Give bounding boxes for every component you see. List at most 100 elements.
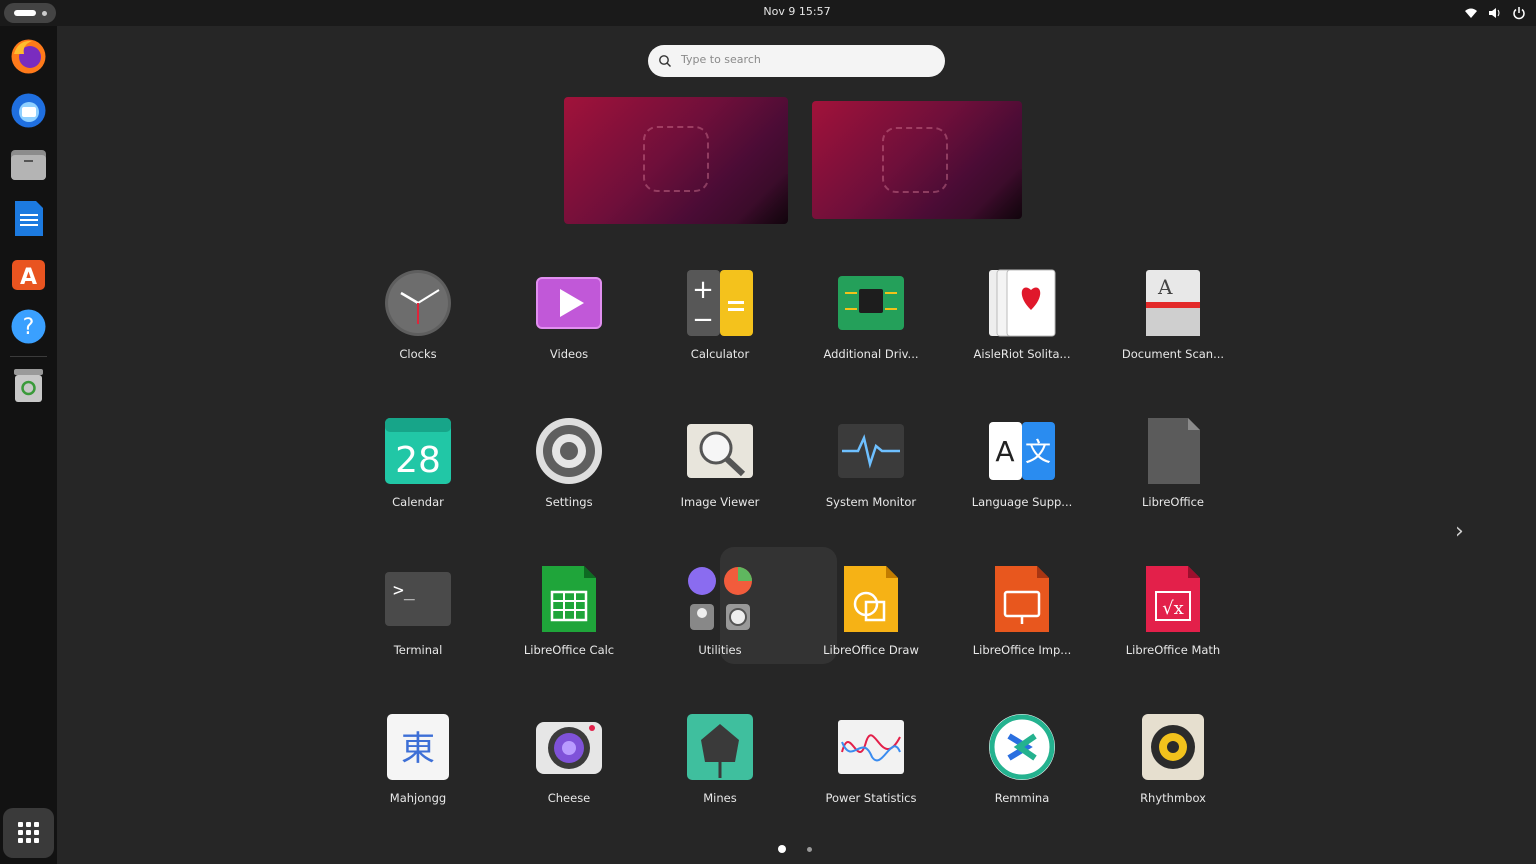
app-tile-mines[interactable]: Mines bbox=[650, 704, 790, 824]
app-tile-system-monitor[interactable]: System Monitor bbox=[801, 408, 941, 528]
svg-text:28: 28 bbox=[395, 440, 441, 481]
app-tile-videos[interactable]: Videos bbox=[499, 260, 639, 380]
app-tile-settings[interactable]: Settings bbox=[499, 408, 639, 528]
calculator-icon: + − bbox=[685, 268, 755, 338]
app-label: Settings bbox=[545, 495, 593, 509]
clock-icon bbox=[383, 268, 453, 338]
app-label: Power Statistics bbox=[825, 791, 917, 805]
wifi-icon[interactable] bbox=[1464, 5, 1478, 19]
svg-text:A: A bbox=[995, 435, 1014, 468]
app-label: AisleRiot Solita... bbox=[973, 347, 1071, 361]
draw-icon bbox=[836, 564, 906, 634]
workspace-thumbnail-1[interactable] bbox=[564, 97, 788, 224]
monitor-icon bbox=[836, 416, 906, 486]
scanner-icon: A bbox=[1138, 268, 1208, 338]
camera-icon bbox=[534, 712, 604, 782]
app-center-icon[interactable]: A bbox=[8, 252, 49, 293]
power-stats-icon bbox=[836, 712, 906, 782]
writer-icon[interactable] bbox=[8, 198, 49, 239]
thunderbird-icon[interactable] bbox=[8, 90, 49, 131]
svg-text:+: + bbox=[692, 275, 714, 305]
mine-icon bbox=[685, 712, 755, 782]
app-label: Videos bbox=[549, 347, 589, 361]
chevron-right-icon[interactable]: › bbox=[1455, 519, 1464, 544]
activities-button[interactable] bbox=[4, 3, 56, 23]
dock-separator bbox=[10, 356, 47, 357]
top-bar: Nov 9 15:57 bbox=[0, 0, 1536, 26]
svg-text:A: A bbox=[1157, 275, 1173, 299]
app-tile-libreoffice-calc[interactable]: LibreOffice Calc bbox=[499, 556, 639, 676]
svg-text:√x: √x bbox=[1162, 598, 1184, 619]
ubuntu-logo bbox=[643, 126, 709, 192]
app-tile-cheese[interactable]: Cheese bbox=[499, 704, 639, 824]
app-label: Additional Driv... bbox=[823, 347, 919, 361]
mahjongg-icon: 東 bbox=[383, 712, 453, 782]
search-icon bbox=[659, 55, 671, 67]
app-tile-aisleriot-solita[interactable]: AisleRiot Solita... bbox=[952, 260, 1092, 380]
calc-icon bbox=[534, 564, 604, 634]
app-tile-calculator[interactable]: + − Calculator bbox=[650, 260, 790, 380]
app-label: Document Scan... bbox=[1121, 347, 1225, 361]
svg-text:A: A bbox=[20, 265, 37, 290]
magnifier-icon bbox=[685, 416, 755, 486]
volume-icon[interactable] bbox=[1488, 5, 1502, 19]
app-label: System Monitor bbox=[825, 495, 917, 509]
help-icon[interactable]: ? bbox=[8, 306, 49, 347]
app-tile-remmina[interactable]: Remmina bbox=[952, 704, 1092, 824]
app-tile-image-viewer[interactable]: Image Viewer bbox=[650, 408, 790, 528]
page-indicator-2[interactable] bbox=[807, 847, 812, 852]
app-tile-libreoffice-math[interactable]: √x LibreOffice Math bbox=[1103, 556, 1243, 676]
app-tile-clocks[interactable]: Clocks bbox=[348, 260, 488, 380]
app-label: LibreOffice Imp... bbox=[972, 643, 1072, 657]
app-label: Terminal bbox=[393, 643, 443, 657]
math-icon: √x bbox=[1138, 564, 1208, 634]
impress-icon bbox=[987, 564, 1057, 634]
app-label: Rhythmbox bbox=[1140, 791, 1206, 805]
app-label: Language Supp... bbox=[971, 495, 1073, 509]
folder-icon bbox=[685, 564, 755, 634]
svg-text:>_: >_ bbox=[393, 580, 415, 601]
app-tile-mahjongg[interactable]: 東 Mahjongg bbox=[348, 704, 488, 824]
app-tile-document-scan[interactable]: A Document Scan... bbox=[1103, 260, 1243, 380]
videos-icon bbox=[534, 268, 604, 338]
app-label: Utilities bbox=[698, 643, 742, 657]
app-tile-calendar[interactable]: 28 Calendar bbox=[348, 408, 488, 528]
app-label: Image Viewer bbox=[680, 495, 760, 509]
app-tile-utilities[interactable]: Utilities bbox=[650, 556, 790, 676]
system-tray[interactable] bbox=[1464, 5, 1526, 20]
power-icon[interactable] bbox=[1512, 5, 1526, 20]
libreoffice-icon bbox=[1138, 416, 1208, 486]
chip-icon bbox=[836, 268, 906, 338]
firefox-icon[interactable] bbox=[8, 36, 49, 77]
cards-icon bbox=[987, 268, 1057, 338]
clock[interactable]: Nov 9 15:57 bbox=[700, 5, 894, 18]
app-label: Mines bbox=[703, 791, 737, 805]
app-grid-overview: Type to search Clocks Videos + − Calculator A… bbox=[57, 26, 1536, 864]
terminal-icon: >_ bbox=[383, 564, 453, 634]
app-tile-libreoffice-draw[interactable]: LibreOffice Draw bbox=[801, 556, 941, 676]
trash-icon[interactable] bbox=[8, 364, 49, 405]
app-label: Calendar bbox=[392, 495, 444, 509]
app-tile-power-statistics[interactable]: Power Statistics bbox=[801, 704, 941, 824]
remmina-icon bbox=[987, 712, 1057, 782]
page-indicator-1[interactable] bbox=[778, 845, 786, 853]
files-icon[interactable] bbox=[8, 144, 49, 185]
app-label: Calculator bbox=[690, 347, 750, 361]
app-label: Clocks bbox=[399, 347, 437, 361]
workspace-thumbnail-2[interactable] bbox=[812, 101, 1022, 219]
search-input[interactable]: Type to search bbox=[648, 45, 945, 77]
app-label: LibreOffice Math bbox=[1125, 643, 1221, 657]
app-label: LibreOffice bbox=[1141, 495, 1205, 509]
svg-text:?: ? bbox=[23, 315, 35, 340]
app-tile-libreoffice[interactable]: LibreOffice bbox=[1103, 408, 1243, 528]
calendar-icon: 28 bbox=[383, 416, 453, 486]
app-label: Cheese bbox=[547, 791, 591, 805]
app-tile-rhythmbox[interactable]: Rhythmbox bbox=[1103, 704, 1243, 824]
app-tile-language-supp[interactable]: A 文 Language Supp... bbox=[952, 408, 1092, 528]
show-apps-icon[interactable] bbox=[3, 808, 54, 858]
search-placeholder: Type to search bbox=[681, 53, 761, 66]
ubuntu-logo bbox=[882, 127, 948, 193]
app-tile-terminal[interactable]: >_ Terminal bbox=[348, 556, 488, 676]
app-tile-additional-driv[interactable]: Additional Driv... bbox=[801, 260, 941, 380]
app-tile-libreoffice-imp[interactable]: LibreOffice Imp... bbox=[952, 556, 1092, 676]
